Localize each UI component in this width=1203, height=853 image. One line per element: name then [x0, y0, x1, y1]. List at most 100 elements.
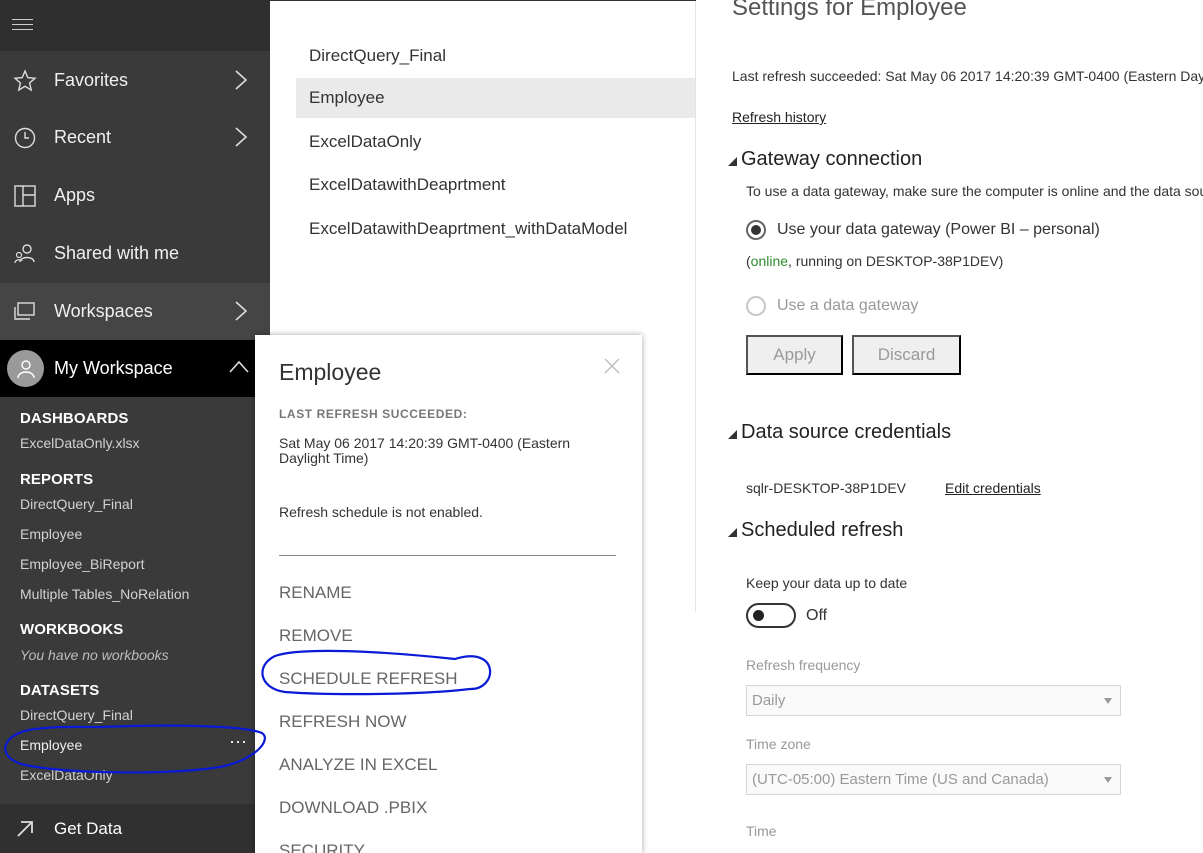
section-datasets: DATASETS	[20, 682, 100, 699]
select-value: Daily	[752, 692, 786, 709]
chevron-up-icon	[229, 360, 249, 373]
nav-shared-with-me[interactable]: Shared with me	[0, 225, 270, 282]
security-action[interactable]: SECURITY	[279, 841, 365, 853]
dataset-item[interactable]: ExcelDataOnly	[20, 767, 113, 783]
divider	[270, 0, 696, 1]
arrow-up-right-icon	[17, 820, 33, 837]
radio-unselected[interactable]	[746, 296, 766, 316]
scheduled-refresh-toggle[interactable]	[746, 603, 796, 628]
clock-icon	[13, 126, 37, 150]
section-workbooks: WORKBOOKS	[20, 621, 124, 638]
edit-credentials-link[interactable]: Edit credentials	[945, 480, 1041, 496]
more-options-button[interactable]: ···	[229, 732, 247, 750]
collapse-triangle-icon	[728, 528, 737, 537]
dataset-item[interactable]: Employee	[20, 737, 82, 753]
toggle-knob	[753, 610, 764, 621]
dataset-context-popup: Employee LAST REFRESH SUCCEEDED: Sat May…	[255, 335, 642, 853]
time-label: Time	[746, 823, 777, 839]
refresh-frequency-select[interactable]: Daily	[746, 685, 1121, 716]
schedule-refresh-action[interactable]: SCHEDULE REFRESH	[279, 669, 458, 689]
apps-icon	[13, 184, 37, 208]
analyze-in-excel-action[interactable]: ANALYZE IN EXCEL	[279, 755, 437, 775]
scheduled-refresh-section-header[interactable]: Scheduled refresh	[728, 519, 903, 542]
nav-favorites[interactable]: Favorites	[0, 52, 270, 109]
discard-button[interactable]: Discard	[852, 335, 961, 375]
gateway-description: To use a data gateway, make sure the com…	[746, 183, 1203, 199]
my-workspace-header[interactable]: My Workspace	[0, 340, 270, 397]
hamburger-menu-button[interactable]	[0, 0, 270, 51]
report-item[interactable]: Employee_BiReport	[20, 556, 145, 572]
page-title: Settings for Employee	[732, 0, 967, 21]
report-item[interactable]: Employee	[20, 526, 82, 542]
nav-label: Shared with me	[54, 243, 180, 263]
workspaces-icon	[13, 300, 37, 324]
nav-label: Apps	[54, 185, 96, 205]
workspace-label: My Workspace	[54, 358, 173, 378]
last-refresh-status: Last refresh succeeded: Sat May 06 2017 …	[732, 68, 1203, 84]
dataset-list-item[interactable]: ExcelDataOnly	[296, 122, 695, 162]
chevron-right-icon	[235, 70, 248, 90]
nav-label: Favorites	[54, 70, 129, 90]
time-zone-select[interactable]: (UTC-05:00) Eastern Time (US and Canada)	[746, 764, 1121, 795]
refresh-now-action[interactable]: REFRESH NOW	[279, 712, 407, 732]
star-icon	[13, 68, 37, 93]
chevron-right-icon	[235, 301, 248, 321]
collapse-triangle-icon	[728, 430, 737, 439]
section-reports: REPORTS	[20, 471, 94, 488]
nav-label: Workspaces	[54, 301, 153, 321]
report-item[interactable]: DirectQuery_Final	[20, 496, 133, 512]
last-refresh-heading: LAST REFRESH SUCCEEDED:	[279, 407, 468, 421]
hamburger-icon	[12, 19, 33, 32]
keep-up-to-date-label: Keep your data up to date	[746, 575, 908, 591]
rename-action[interactable]: RENAME	[279, 583, 352, 603]
dataset-item[interactable]: DirectQuery_Final	[20, 707, 133, 723]
nav-recent[interactable]: Recent	[0, 109, 270, 166]
divider	[279, 555, 616, 556]
toggle-state-label: Off	[806, 607, 828, 624]
data-source-name: sqlr-DESKTOP-38P1DEV	[746, 480, 907, 496]
dataset-list-item[interactable]: ExcelDatawithDeaprtment_withDataModel	[296, 209, 695, 249]
workbooks-empty-message: You have no workbooks	[20, 647, 169, 663]
get-data-label: Get Data	[54, 818, 123, 838]
remove-action[interactable]: REMOVE	[279, 626, 353, 646]
section-title: Data source credentials	[741, 421, 952, 443]
report-item[interactable]: Multiple Tables_NoRelation	[20, 586, 189, 602]
radio-selected[interactable]	[746, 220, 766, 240]
dashboard-item[interactable]: ExcelDataOnly.xlsx	[20, 435, 140, 451]
status-online: online	[750, 253, 789, 269]
credentials-section-header[interactable]: Data source credentials	[728, 421, 951, 444]
nav-label: Recent	[54, 127, 112, 147]
select-value: (UTC-05:00) Eastern Time (US and Canada)	[752, 771, 1049, 788]
apply-button[interactable]: Apply	[746, 335, 843, 375]
section-title: Gateway connection	[741, 148, 923, 170]
refresh-history-link[interactable]: Refresh history	[732, 109, 826, 125]
dropdown-caret-icon	[1104, 698, 1112, 704]
gateway-section-header[interactable]: Gateway connection	[728, 148, 922, 171]
collapse-triangle-icon	[728, 157, 737, 166]
refresh-frequency-label: Refresh frequency	[746, 657, 861, 673]
download-pbix-action[interactable]: DOWNLOAD .PBIX	[279, 798, 427, 818]
nav-apps[interactable]: Apps	[0, 167, 270, 224]
dropdown-caret-icon	[1104, 777, 1112, 783]
nav-workspaces[interactable]: Workspaces	[0, 283, 270, 340]
get-data-button[interactable]: Get Data	[0, 804, 270, 853]
close-icon[interactable]	[603, 357, 621, 375]
person-icon	[16, 359, 35, 378]
chevron-right-icon	[235, 127, 248, 147]
popup-title: Employee	[279, 359, 382, 385]
time-zone-label: Time zone	[746, 736, 811, 752]
last-refresh-time: Sat May 06 2017 14:20:39 GMT-0400 (Easte…	[279, 435, 571, 466]
left-nav-sidebar: Favorites Recent Apps Shared with me Wor…	[0, 0, 270, 853]
status-rest: , running on DESKTOP-38P1DEV)	[788, 253, 1004, 269]
dataset-list-item[interactable]: ExcelDatawithDeaprtment	[296, 165, 695, 205]
dataset-settings-panel: Settings for Employee Last refresh succe…	[696, 0, 1203, 853]
gateway-personal-option[interactable]: Use your data gateway (Power BI – person…	[746, 220, 1100, 240]
dataset-list-item-selected[interactable]: Employee	[296, 78, 695, 118]
section-title: Scheduled refresh	[741, 519, 904, 541]
dataset-list-item[interactable]: DirectQuery_Final	[296, 36, 695, 76]
avatar	[7, 350, 44, 387]
section-dashboards: DASHBOARDS	[20, 410, 129, 427]
gateway-enterprise-option[interactable]: Use a data gateway	[746, 296, 918, 316]
radio-label: Use your data gateway (Power BI – person…	[777, 221, 1100, 238]
radio-label: Use a data gateway	[777, 297, 919, 314]
